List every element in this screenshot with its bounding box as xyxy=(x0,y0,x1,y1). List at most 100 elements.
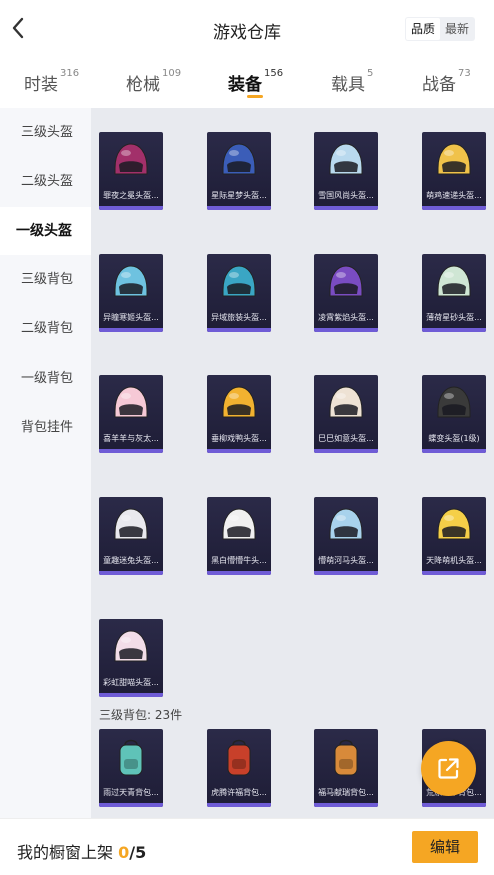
helmet-card[interactable]: 凌霄紫焰头盔... xyxy=(314,254,378,332)
rarity-bar xyxy=(422,206,486,210)
helmet-card[interactable]: 喜羊羊与灰太... xyxy=(99,375,163,453)
item-name: 异瞳寒姬头盔... xyxy=(103,313,159,322)
item-name: 薄荷星砂头盔... xyxy=(426,313,482,322)
helmet-icon xyxy=(329,143,363,175)
item-name: 罪夜之冕头盔... xyxy=(103,191,159,200)
sort-latest-button[interactable]: 最新 xyxy=(440,18,474,40)
item-name: 童趣迷兔头盔... xyxy=(103,556,159,565)
sidebar-item-backpack-charm[interactable]: 背包挂件 xyxy=(0,404,91,452)
item-name: 喜羊羊与灰太... xyxy=(103,434,159,443)
item-name: 垂柳戏鸭头盔... xyxy=(211,434,267,443)
helmet-card[interactable]: 薄荷星砂头盔... xyxy=(422,254,486,332)
backpack-icon xyxy=(227,739,251,776)
item-name: 懵萌河马头盔... xyxy=(318,556,374,565)
sidebar-item-level2-helmet[interactable]: 二级头盔 xyxy=(0,158,91,206)
helmet-icon xyxy=(222,265,256,297)
rarity-bar xyxy=(314,803,378,807)
rarity-bar xyxy=(207,803,271,807)
rarity-bar xyxy=(99,803,163,807)
helmet-icon xyxy=(114,630,148,662)
item-name: 虎腾许福背包... xyxy=(211,788,267,797)
sidebar: 三级头盔 二级头盔 一级头盔 三级背包 二级背包 一级背包 背包挂件 xyxy=(0,108,91,818)
rarity-bar xyxy=(207,571,271,575)
rarity-bar xyxy=(314,571,378,575)
showcase-total: /5 xyxy=(129,843,147,862)
item-name: 天降萌机头盔... xyxy=(426,556,482,565)
helmet-card[interactable]: 罪夜之冕头盔... xyxy=(99,132,163,210)
showcase-label: 我的橱窗上架 xyxy=(17,843,114,862)
rarity-bar xyxy=(314,328,378,332)
backpack-card[interactable]: 福马献瑞背包... xyxy=(314,729,378,807)
rarity-bar xyxy=(207,206,271,210)
helmet-card[interactable]: 彩虹甜喵头盔... xyxy=(99,619,163,697)
showcase-status: 我的橱窗上架 0/5 xyxy=(17,839,146,863)
item-grid: 罪夜之冕头盔... 星际星梦头盔... 雪国风尚头盔... 萌鸡速递头盔... 异瞳寒姬… xyxy=(91,108,494,818)
helmet-icon xyxy=(437,265,471,297)
sidebar-item-level1-backpack[interactable]: 一级背包 xyxy=(0,355,91,403)
helmet-icon xyxy=(329,265,363,297)
helmet-card[interactable]: 蝶变头盔(1级) xyxy=(422,375,486,453)
backpack-card[interactable]: 雨过天青背包... xyxy=(99,729,163,807)
item-name: 巳巳如意头盔... xyxy=(318,434,374,443)
rarity-bar xyxy=(99,328,163,332)
header: 游戏仓库 品质 最新 xyxy=(0,0,494,58)
helmet-card[interactable]: 天降萌机头盔... xyxy=(422,497,486,575)
edit-button[interactable]: 编辑 xyxy=(412,831,478,863)
helmet-icon xyxy=(222,143,256,175)
section-label: 三级背包: 23件 xyxy=(99,708,183,722)
helmet-card[interactable]: 萌鸡速递头盔... xyxy=(422,132,486,210)
tab-count: 73 xyxy=(458,68,471,79)
sidebar-item-level2-backpack[interactable]: 二级背包 xyxy=(0,305,91,353)
sidebar-item-level1-helmet[interactable]: 一级头盔 xyxy=(0,207,91,255)
share-button[interactable] xyxy=(421,741,476,796)
tab-vehicles[interactable]: 载具5 xyxy=(331,68,374,95)
helmet-card[interactable]: 巳巳如意头盔... xyxy=(314,375,378,453)
helmet-card[interactable]: 星际星梦头盔... xyxy=(207,132,271,210)
item-name: 凌霄紫焰头盔... xyxy=(318,313,374,322)
helmet-card[interactable]: 异瞳寒姬头盔... xyxy=(99,254,163,332)
helmet-card[interactable]: 黑白懵懵牛头... xyxy=(207,497,271,575)
sidebar-item-level3-helmet[interactable]: 三级头盔 xyxy=(0,109,91,157)
active-tab-indicator xyxy=(247,95,263,98)
helmet-icon xyxy=(114,143,148,175)
helmet-card[interactable]: 雪国风尚头盔... xyxy=(314,132,378,210)
item-name: 黑白懵懵牛头... xyxy=(211,556,267,565)
tab-label: 载具 xyxy=(331,75,365,95)
backpack-card[interactable]: 虎腾许福背包... xyxy=(207,729,271,807)
helmet-icon xyxy=(114,386,148,418)
tab-count: 316 xyxy=(60,68,80,79)
rarity-bar xyxy=(99,693,163,697)
item-name: 星际星梦头盔... xyxy=(211,191,267,200)
backpack-icon xyxy=(119,739,143,776)
item-name: 异域旅装头盔... xyxy=(211,313,267,322)
sort-quality-button[interactable]: 品质 xyxy=(406,18,441,40)
tab-count: 5 xyxy=(367,68,374,79)
helmet-card[interactable]: 异域旅装头盔... xyxy=(207,254,271,332)
tab-supplies[interactable]: 战备73 xyxy=(422,68,471,95)
helmet-card[interactable]: 懵萌河马头盔... xyxy=(314,497,378,575)
helmet-icon xyxy=(222,386,256,418)
rarity-bar xyxy=(422,328,486,332)
sidebar-item-level3-backpack[interactable]: 三级背包 xyxy=(0,256,91,304)
helmet-icon xyxy=(114,508,148,540)
category-tabs: 时装316 枪械109 装备156 载具5 战备73 xyxy=(0,58,494,106)
tab-label: 装备 xyxy=(228,75,262,95)
footer-bar: 我的橱窗上架 0/5 编辑 xyxy=(0,818,494,875)
rarity-bar xyxy=(207,328,271,332)
item-name: 雪国风尚头盔... xyxy=(318,191,374,200)
tab-fashion[interactable]: 时装316 xyxy=(24,68,80,95)
helmet-card[interactable]: 童趣迷兔头盔... xyxy=(99,497,163,575)
external-link-icon xyxy=(438,758,459,779)
item-name: 蝶变头盔(1级) xyxy=(428,434,480,443)
helmet-card[interactable]: 垂柳戏鸭头盔... xyxy=(207,375,271,453)
tab-equipment[interactable]: 装备156 xyxy=(228,68,284,95)
tab-count: 156 xyxy=(264,68,284,79)
showcase-count: 0 xyxy=(118,843,130,862)
tab-count: 109 xyxy=(162,68,182,79)
rarity-bar xyxy=(99,206,163,210)
helmet-icon xyxy=(437,386,471,418)
tab-label: 枪械 xyxy=(126,75,160,95)
rarity-bar xyxy=(422,449,486,453)
tab-guns[interactable]: 枪械109 xyxy=(126,68,182,95)
rarity-bar xyxy=(422,803,486,807)
